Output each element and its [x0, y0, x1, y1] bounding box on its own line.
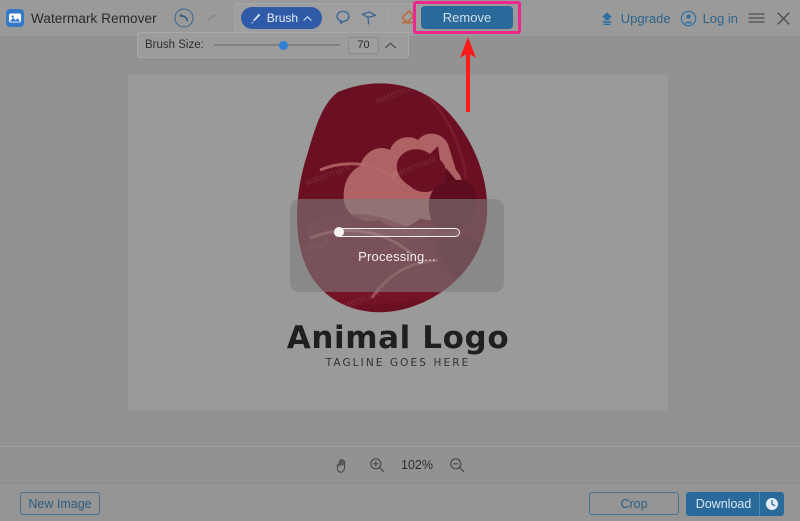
redo-icon [198, 4, 226, 32]
progress-knob [334, 226, 344, 237]
lasso-icon[interactable] [330, 5, 356, 31]
image-app-icon [6, 9, 24, 27]
zoom-bar: 102% [0, 446, 800, 483]
history-tools [170, 4, 226, 32]
zoom-in-icon[interactable] [367, 455, 387, 475]
processing-overlay: Processing... [290, 199, 504, 292]
download-button[interactable]: Download [686, 492, 784, 516]
login-button[interactable]: Log in [680, 9, 738, 27]
logo-title: Animal Logo [286, 320, 510, 356]
clock-history-icon[interactable] [760, 497, 784, 511]
selection-tools-group: Brush [233, 3, 429, 33]
upload-arrow-icon [598, 9, 616, 27]
header-right-group: Upgrade Log in [598, 0, 792, 36]
undo-icon[interactable] [170, 4, 198, 32]
toolbar-divider [388, 10, 390, 26]
close-icon[interactable] [774, 9, 792, 27]
app-header: Watermark Remover Brush Remove Upgrade L… [0, 0, 800, 36]
brush-icon [249, 12, 262, 25]
user-circle-icon [680, 9, 698, 27]
brush-tool-label: Brush [266, 11, 299, 25]
processing-label: Processing... [358, 248, 436, 264]
new-image-button[interactable]: New Image [20, 492, 100, 515]
zoom-level-value: 102% [401, 458, 433, 472]
upgrade-button[interactable]: Upgrade [598, 9, 671, 27]
chevron-up-icon[interactable] [303, 15, 312, 22]
download-label: Download [695, 497, 752, 511]
progress-bar [334, 226, 460, 237]
app-title: Watermark Remover [31, 10, 157, 26]
brush-tool-button[interactable]: Brush [240, 7, 323, 29]
remove-button-highlight: Remove [413, 1, 521, 34]
logo-text-block: Animal Logo TAGLINE GOES HERE [128, 322, 668, 369]
app-window: Watermark Remover Brush Remove Upgrade L… [0, 0, 800, 521]
crop-button[interactable]: Crop [589, 492, 679, 515]
zoom-out-icon[interactable] [447, 455, 467, 475]
hamburger-menu-icon[interactable] [747, 9, 765, 27]
canvas-area: watermark watermark watermark watermark … [0, 36, 800, 446]
polygon-lasso-icon[interactable] [356, 5, 382, 31]
logo-tagline: TAGLINE GOES HERE [325, 356, 471, 369]
upgrade-label: Upgrade [620, 10, 671, 26]
hand-tool-icon[interactable] [333, 455, 353, 475]
login-label: Log in [702, 10, 738, 26]
remove-button[interactable]: Remove [421, 6, 513, 29]
footer-bar: New Image Crop Download [0, 483, 800, 521]
